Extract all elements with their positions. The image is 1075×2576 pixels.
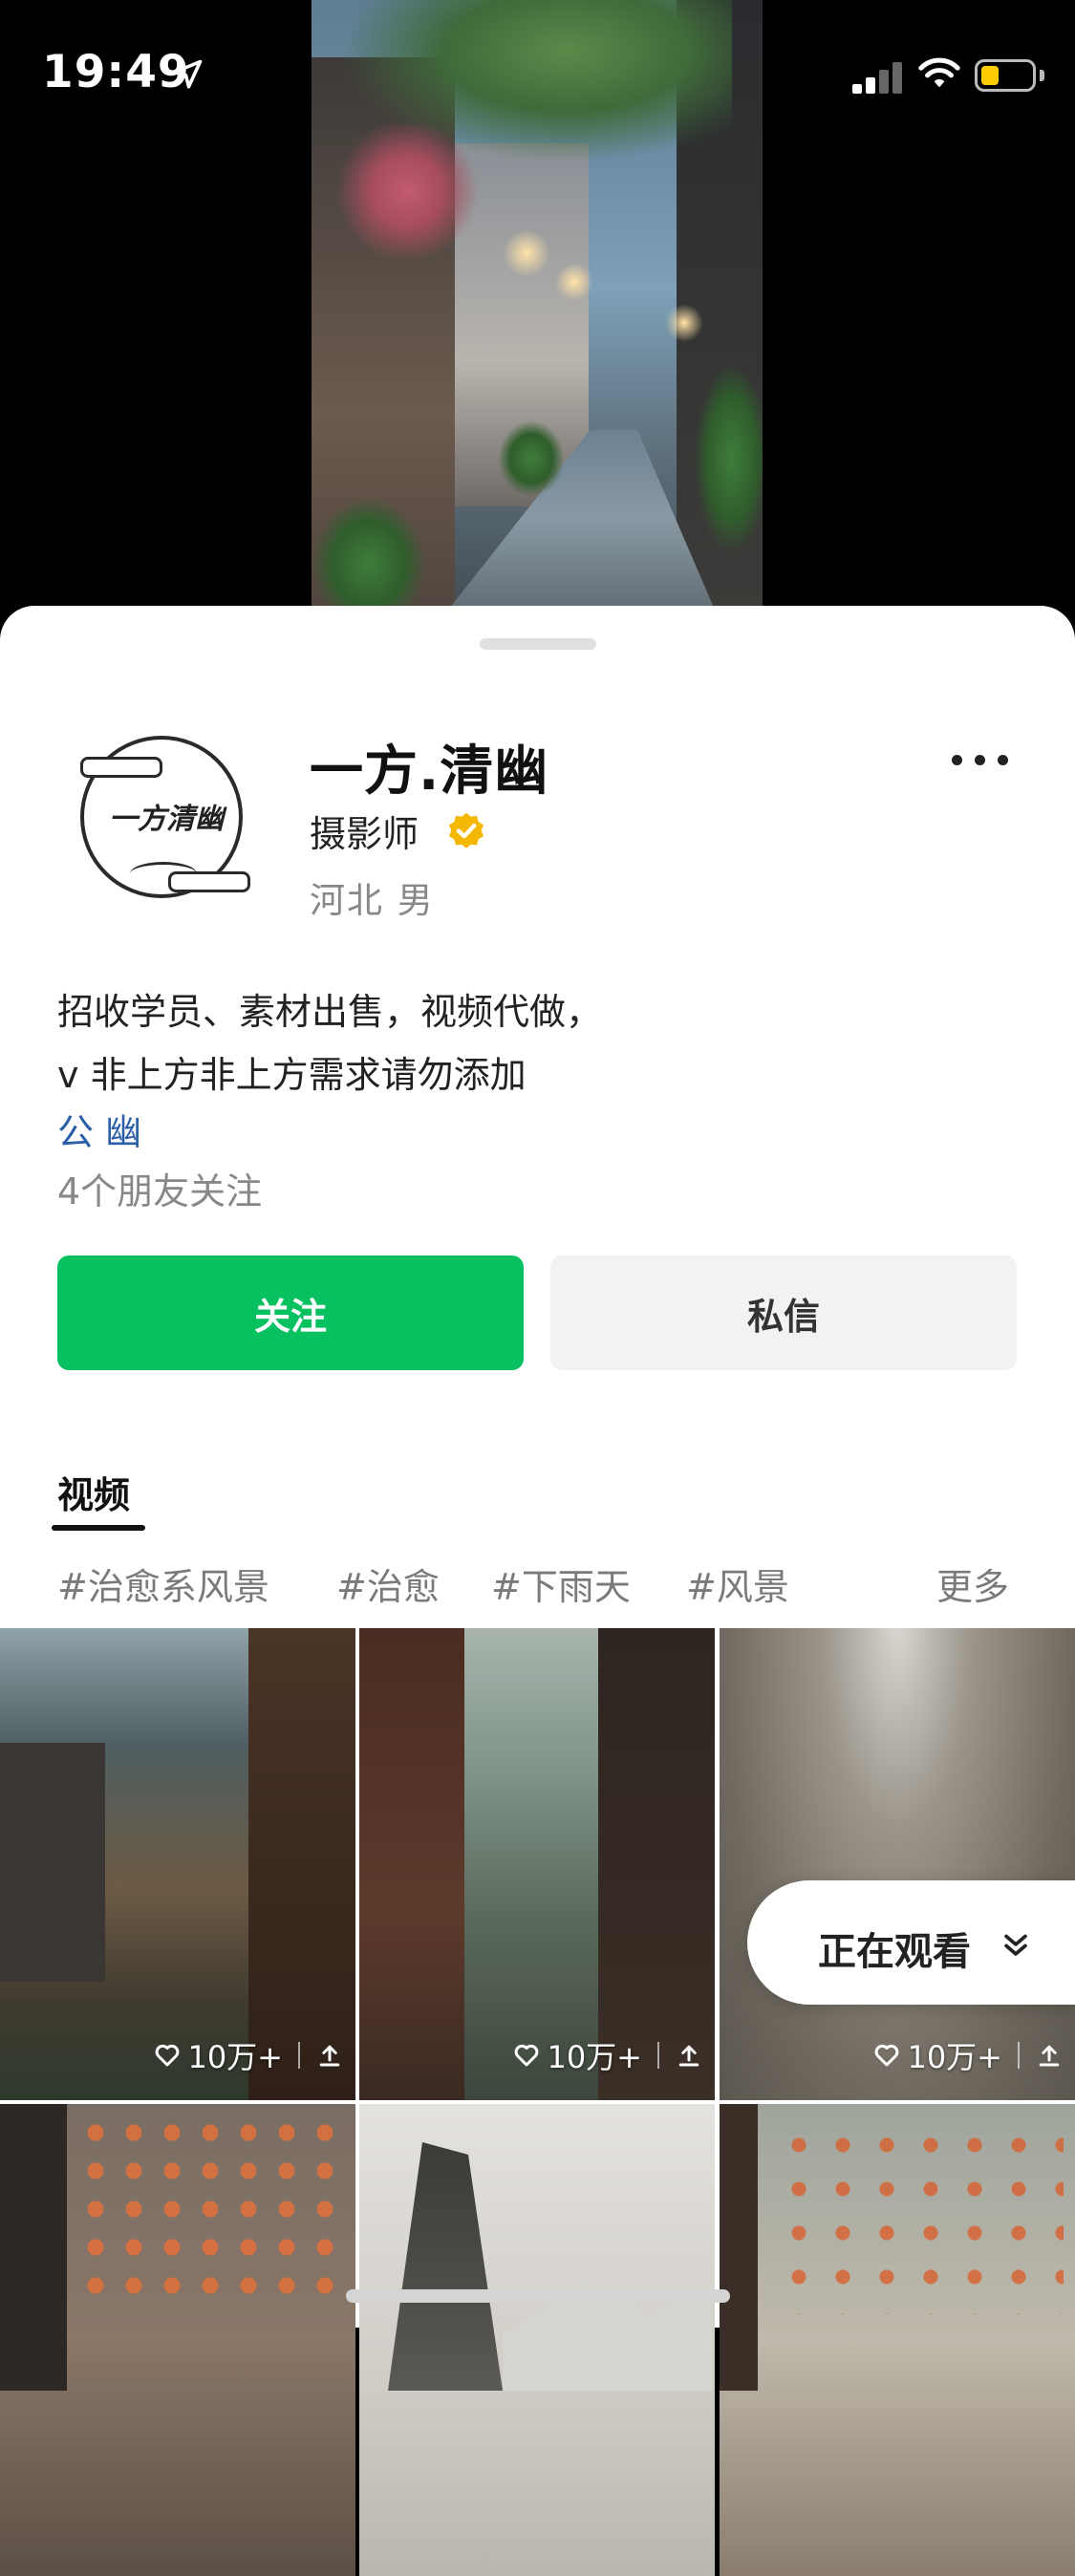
tags-more-button[interactable]: 更多 [936,1557,1009,1610]
profile-role: 摄影师 [310,813,419,855]
video-scene-blossom [331,124,484,258]
tag-item[interactable]: #治愈系风景 [57,1557,269,1610]
video-like-count: 10万+ [187,2039,283,2075]
profile-bio-line: v 非上方非上方需求请勿添加 [57,1054,527,1096]
video-scene-lamp [555,263,593,301]
heart-icon [515,2044,539,2067]
share-icon[interactable] [1035,2041,1064,2070]
video-thumbnail[interactable] [0,2104,355,2576]
avatar[interactable]: 一方清幽 [73,728,254,910]
status-bar: 19:49 [0,0,1075,143]
home-indicator[interactable] [346,2289,730,2303]
video-scene-lamp [665,304,703,342]
avatar-logo-text: 一方清幽 [109,803,224,836]
message-button[interactable]: 私信 [550,1256,1017,1370]
stat-divider [298,2042,300,2069]
status-time: 19:49 [42,46,190,98]
profile-bio-link[interactable]: 公 幽 [57,1103,1013,1155]
chevron-double-down-icon [1004,1934,1027,1956]
wifi-icon [918,57,960,88]
video-thumbnail[interactable] [359,2104,715,2576]
profile-name: 一方.清幽 [310,741,549,803]
avatar-wave-decoration [130,862,197,886]
tag-item[interactable]: #下雨天 [491,1557,631,1610]
battery-tip [1040,70,1044,81]
verified-badge-icon [449,812,484,848]
battery-icon [975,59,1036,92]
more-options-icon[interactable] [952,749,1011,774]
avatar-scroll-decoration [80,757,162,778]
stat-divider [657,2042,659,2069]
drag-handle[interactable] [480,638,596,650]
location-arrow-icon [172,59,203,89]
video-stats: 10万+ [872,2033,1064,2077]
follow-button[interactable]: 关注 [57,1256,524,1370]
video-like-count: 10万+ [907,2039,1002,2075]
tab-underline [52,1525,145,1531]
share-icon[interactable] [675,2041,703,2070]
video-stats: 10万+ [153,2033,344,2077]
signal-icon [852,59,904,94]
friends-following[interactable]: 4个朋友关注 [57,1162,262,1214]
stat-divider [1018,2042,1020,2069]
tag-item[interactable]: #治愈 [336,1557,440,1610]
heart-icon [875,2044,899,2067]
share-icon[interactable] [315,2041,344,2070]
video-scene-lamp [503,229,550,277]
now-watching-pill[interactable]: 正在观看 [747,1880,1075,2005]
video-thumbnail[interactable]: 10万+ [0,1628,355,2100]
video-like-count: 10万+ [547,2039,642,2075]
tab-videos[interactable]: 视频 [57,1466,130,1518]
video-scene-plant [694,363,763,554]
battery-level [981,66,999,85]
video-thumbnail[interactable]: 10万+ [720,1628,1075,2100]
profile-region-gender: 河北 男 [310,880,435,921]
heart-icon [156,2044,180,2067]
video-thumbnail[interactable] [720,2104,1075,2576]
video-thumbnail[interactable]: 10万+ [359,1628,715,2100]
tag-item[interactable]: #风景 [686,1557,789,1610]
profile-bio-line: 招收学员、素材出售，视频代做， [57,991,603,1033]
now-watching-label: 正在观看 [818,1930,971,1974]
video-stats: 10万+ [512,2033,703,2077]
video-scene-plant [498,420,565,497]
